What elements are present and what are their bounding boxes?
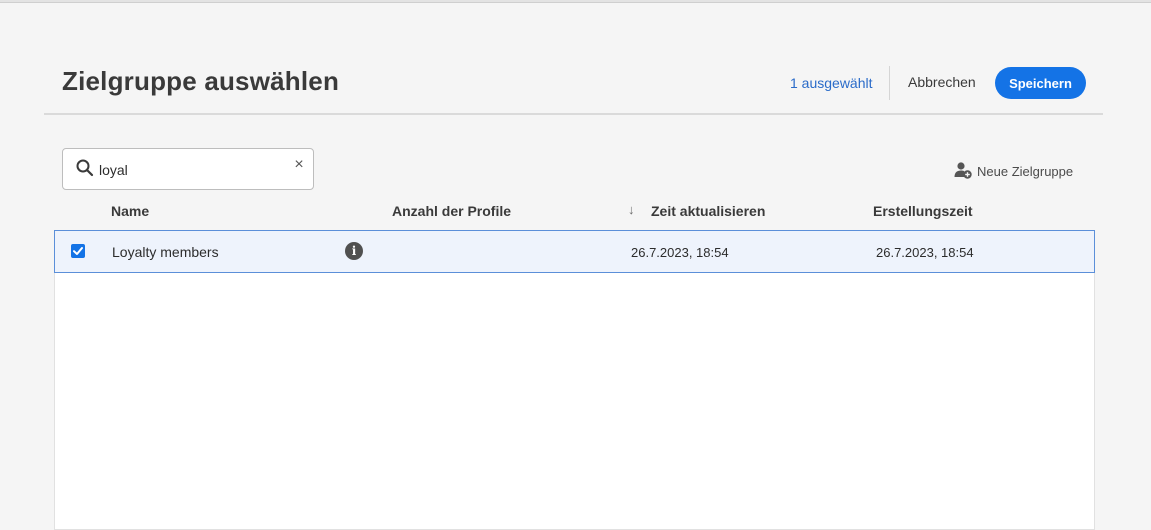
- row-checkbox[interactable]: [71, 244, 85, 258]
- header-separator: [889, 66, 890, 100]
- table-body: [54, 230, 1095, 530]
- selected-count-link[interactable]: 1 ausgewählt: [790, 75, 873, 91]
- row-name: Loyalty members: [112, 244, 219, 260]
- column-header-created[interactable]: Erstellungszeit: [873, 203, 973, 219]
- new-audience-button[interactable]: Neue Zielgruppe: [953, 160, 1073, 182]
- clear-search-icon[interactable]: ×: [291, 157, 307, 173]
- save-button[interactable]: Speichern: [995, 67, 1086, 99]
- add-user-icon: [953, 160, 973, 183]
- search-input[interactable]: [99, 159, 279, 181]
- header-divider: [44, 113, 1103, 115]
- row-updated-time: 26.7.2023, 18:54: [631, 245, 729, 260]
- column-header-name[interactable]: Name: [111, 203, 149, 219]
- select-audience-dialog: Zielgruppe auswählen 1 ausgewählt Abbrec…: [0, 0, 1151, 530]
- sort-descending-icon[interactable]: ↓: [628, 202, 635, 217]
- cancel-button[interactable]: Abbrechen: [902, 70, 982, 94]
- table-row[interactable]: Loyalty members i 26.7.2023, 18:54 26.7.…: [54, 230, 1095, 273]
- search-icon: [75, 158, 95, 178]
- search-field[interactable]: ×: [62, 148, 314, 190]
- info-icon[interactable]: i: [345, 242, 363, 260]
- checkmark-icon: [73, 247, 83, 255]
- dialog-title: Zielgruppe auswählen: [62, 66, 340, 96]
- new-audience-label: Neue Zielgruppe: [977, 163, 1074, 179]
- column-header-profile-count[interactable]: Anzahl der Profile: [392, 203, 511, 219]
- row-created-time: 26.7.2023, 18:54: [876, 245, 974, 260]
- column-header-updated[interactable]: Zeit aktualisieren: [651, 203, 765, 219]
